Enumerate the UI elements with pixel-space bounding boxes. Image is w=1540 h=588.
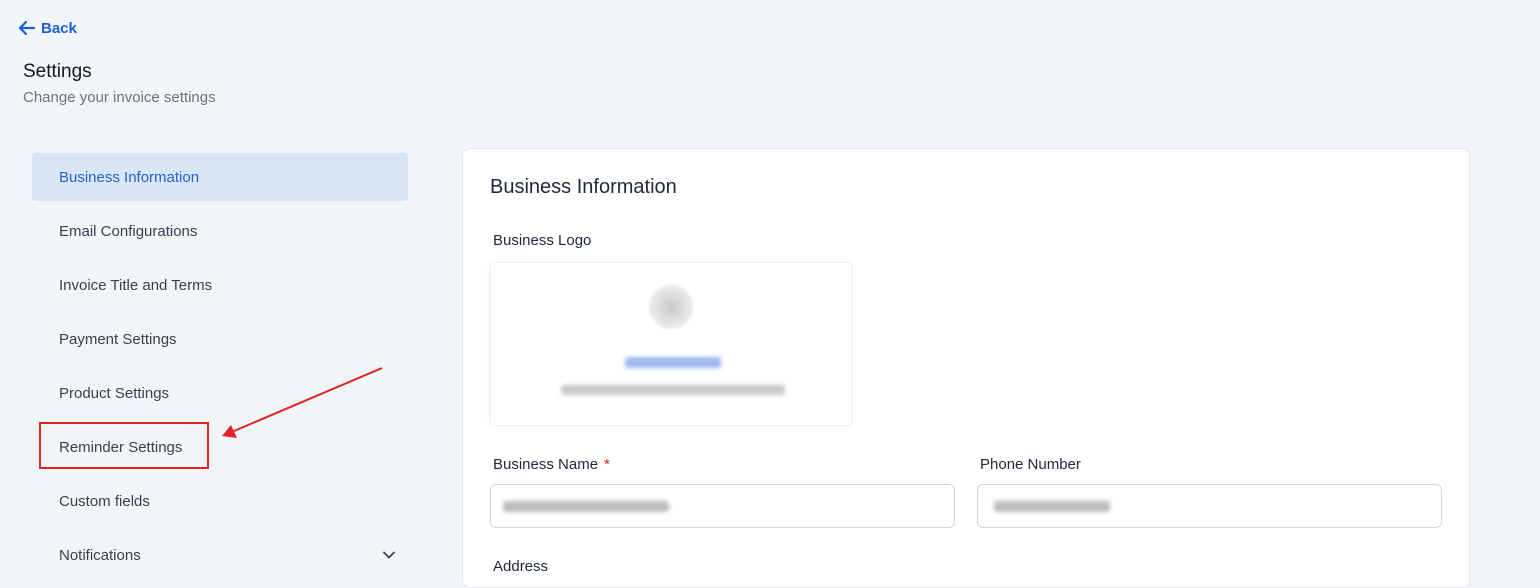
business-name-label: Business Name * <box>493 456 610 473</box>
sidebar-item-label: Custom fields <box>59 492 150 510</box>
settings-sidebar: Business Information Email Configuration… <box>32 153 408 585</box>
back-link[interactable]: Back <box>17 18 77 38</box>
sidebar-item-invoice-title-terms[interactable]: Invoice Title and Terms <box>32 261 408 309</box>
sidebar-item-label: Email Configurations <box>59 222 198 240</box>
arrow-left-icon <box>17 18 37 38</box>
business-logo-label: Business Logo <box>493 232 592 249</box>
upload-hint-redacted <box>561 385 785 395</box>
upload-link-redacted[interactable] <box>625 357 721 368</box>
phone-number-label: Phone Number <box>980 456 1081 473</box>
sidebar-item-label: Payment Settings <box>59 330 177 348</box>
phone-number-value-redacted <box>994 501 1110 512</box>
business-name-value-redacted <box>503 501 669 512</box>
sidebar-item-payment-settings[interactable]: Payment Settings <box>32 315 408 363</box>
business-name-field[interactable] <box>490 484 955 528</box>
business-information-panel: Business Information Business Logo Busin… <box>462 148 1470 588</box>
sidebar-item-email-configurations[interactable]: Email Configurations <box>32 207 408 255</box>
business-name-label-text: Business Name <box>493 456 599 473</box>
required-marker: * <box>604 456 610 473</box>
sidebar-item-business-information[interactable]: Business Information <box>32 153 408 201</box>
page-subtitle: Change your invoice settings <box>23 89 216 106</box>
sidebar-item-custom-fields[interactable]: Custom fields <box>32 477 408 525</box>
panel-title: Business Information <box>490 176 677 198</box>
logo-upload-area[interactable] <box>490 262 852 426</box>
sidebar-item-product-settings[interactable]: Product Settings <box>32 369 408 417</box>
sidebar-item-label: Reminder Settings <box>59 438 183 456</box>
back-label: Back <box>41 19 77 37</box>
sidebar-item-reminder-settings[interactable]: Reminder Settings <box>32 423 408 471</box>
sidebar-item-label: Notifications <box>59 546 141 564</box>
sidebar-item-label: Invoice Title and Terms <box>59 276 213 294</box>
page-title: Settings <box>23 61 92 82</box>
phone-number-field[interactable] <box>977 484 1442 528</box>
image-icon <box>649 285 693 329</box>
sidebar-item-label: Business Information <box>59 168 200 186</box>
sidebar-item-notifications[interactable]: Notifications <box>32 531 408 579</box>
sidebar-item-label: Product Settings <box>59 384 170 402</box>
address-label: Address <box>493 558 549 575</box>
chevron-down-icon[interactable] <box>382 548 396 566</box>
